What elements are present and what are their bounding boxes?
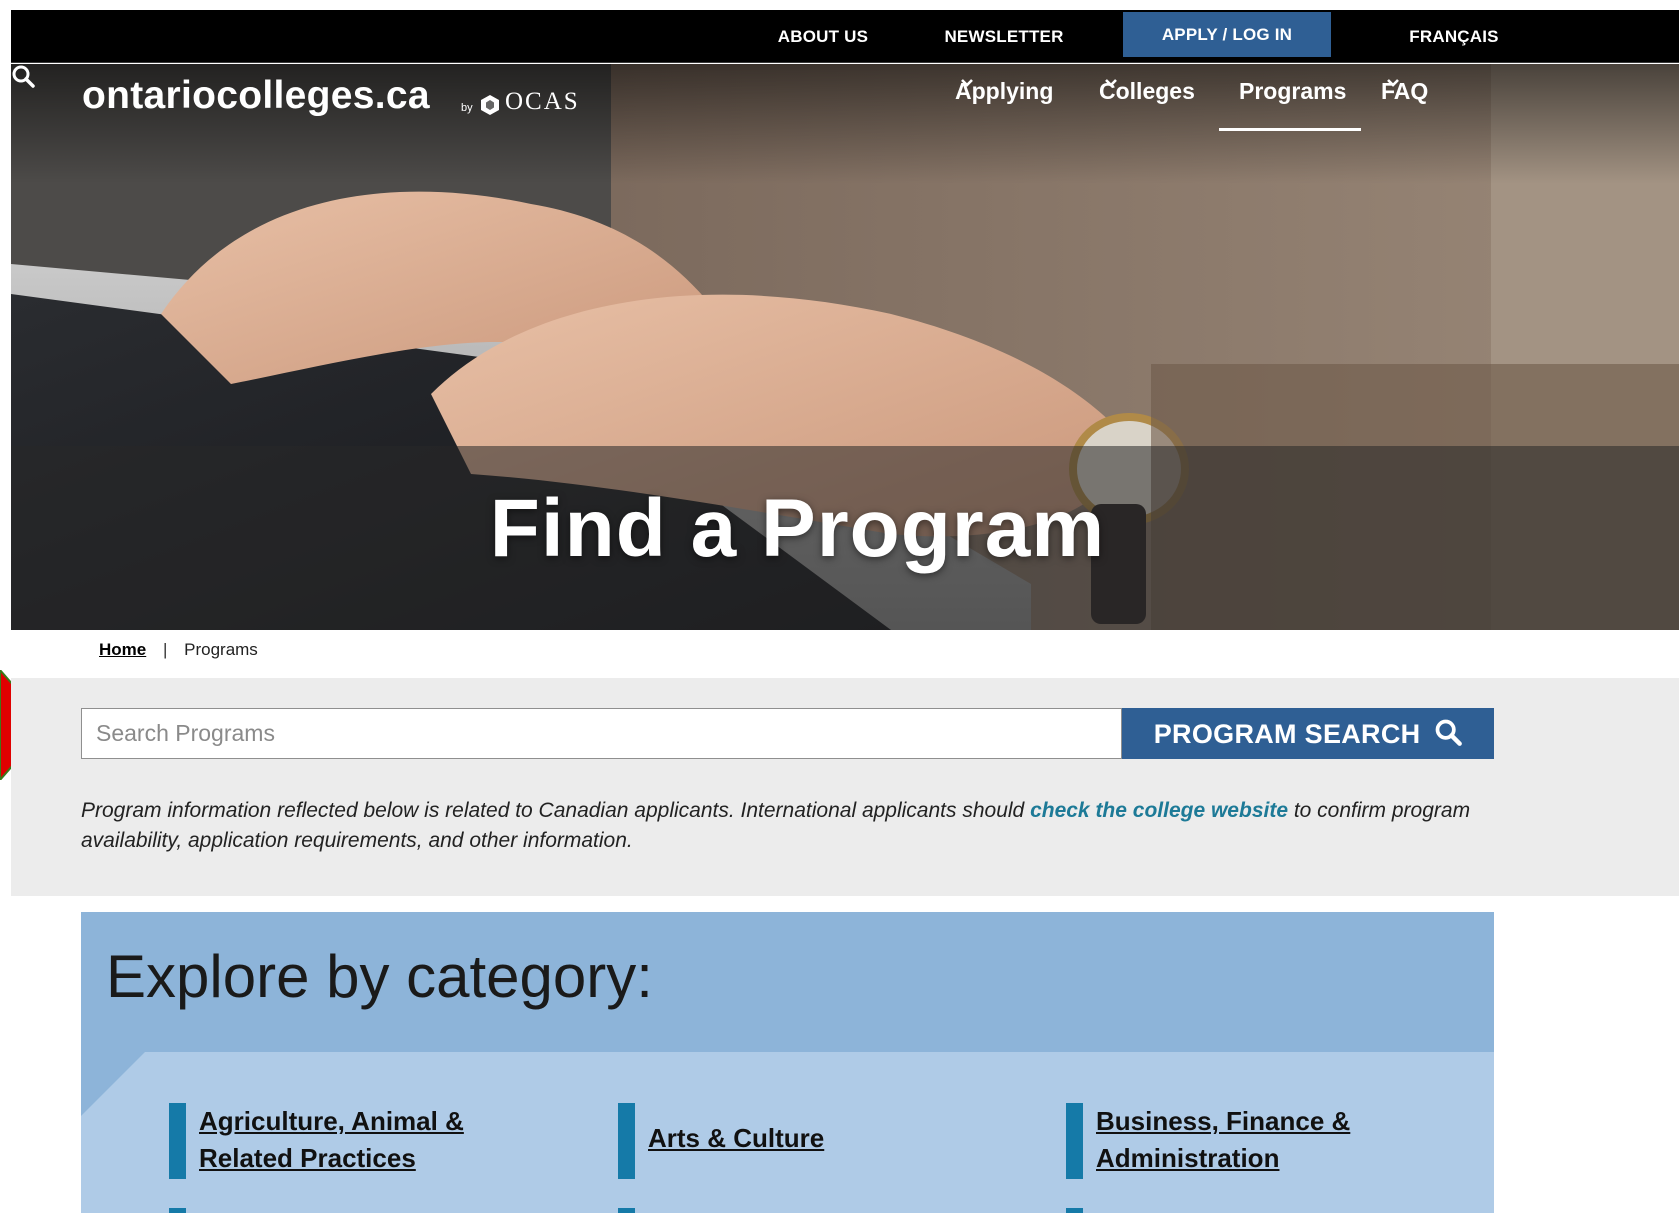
program-search-button-label: PROGRAM SEARCH (1153, 718, 1421, 749)
francais-link[interactable]: FRANÇAIS (1399, 10, 1509, 63)
category-bar (169, 1208, 186, 1213)
hero-banner: Find a Program ontariocolleges.ca by OCA… (11, 64, 1679, 630)
category-label: Arts & Culture (648, 1123, 825, 1153)
search-icon[interactable] (11, 64, 35, 88)
breadcrumb-home-link[interactable]: Home (99, 640, 146, 659)
nav-active-underline (1219, 128, 1361, 131)
apply-login-button[interactable]: APPLY / LOG IN (1123, 12, 1331, 57)
category-bar (618, 1208, 635, 1213)
category-arts-culture-link[interactable]: Arts & Culture (618, 1103, 824, 1179)
explore-title: Explore by category: (106, 943, 653, 1010)
ocas-logo-icon (481, 95, 499, 115)
nav-applying[interactable]: Applying (955, 78, 1053, 105)
newsletter-link[interactable]: NEWSLETTER (929, 10, 1079, 63)
search-icon (1435, 719, 1463, 746)
chevron-down-icon (961, 79, 973, 87)
explore-by-category: Explore by category: Agriculture, Animal… (81, 912, 1494, 1213)
category-label: Business, Finance & (1096, 1106, 1351, 1136)
category-business-finance-link[interactable]: Business, Finance & Administration (1066, 1103, 1351, 1179)
hero-title: Find a Program (489, 483, 1106, 574)
about-us-link[interactable]: ABOUT US (766, 10, 880, 63)
category-label: Agriculture, Animal & (199, 1106, 464, 1136)
category-bar (1066, 1208, 1083, 1213)
program-search-button[interactable]: PROGRAM SEARCH (1122, 708, 1494, 759)
ocas-logo-text: OCAS (505, 88, 580, 115)
chevron-down-icon (1105, 79, 1117, 87)
international-applicants-notice: Program information reflected below is r… (81, 796, 1501, 856)
category-bar (1066, 1103, 1083, 1179)
breadcrumb-separator: | (162, 640, 168, 659)
utility-bar: ABOUT US NEWSLETTER APPLY / LOG IN FRANÇ… (11, 10, 1679, 63)
search-programs-input[interactable] (81, 708, 1122, 759)
program-search-section: PROGRAM SEARCH Program information refle… (11, 678, 1679, 896)
logo-by-text: by (461, 102, 473, 114)
nav-programs[interactable]: Programs (1239, 78, 1346, 105)
category-label: Related Practices (199, 1143, 416, 1173)
site-logo[interactable]: ontariocolleges.ca (82, 74, 430, 118)
breadcrumb-current: Programs (184, 640, 258, 659)
page-viewport: ABOUT US NEWSLETTER APPLY / LOG IN FRANÇ… (11, 10, 1679, 1213)
breadcrumb: Home | Programs (99, 640, 258, 660)
category-bar (618, 1103, 635, 1179)
nav-faq[interactable]: FAQ (1381, 78, 1428, 105)
notice-text-before: Program information reflected below is r… (81, 799, 1031, 822)
check-college-website-link[interactable]: check the college website (1030, 799, 1288, 822)
nav-colleges[interactable]: Colleges (1099, 78, 1195, 105)
category-label: Administration (1096, 1143, 1280, 1173)
chevron-down-icon (1387, 79, 1399, 87)
category-bar (169, 1103, 186, 1179)
category-agriculture-link[interactable]: Agriculture, Animal & Related Practices (169, 1103, 464, 1179)
